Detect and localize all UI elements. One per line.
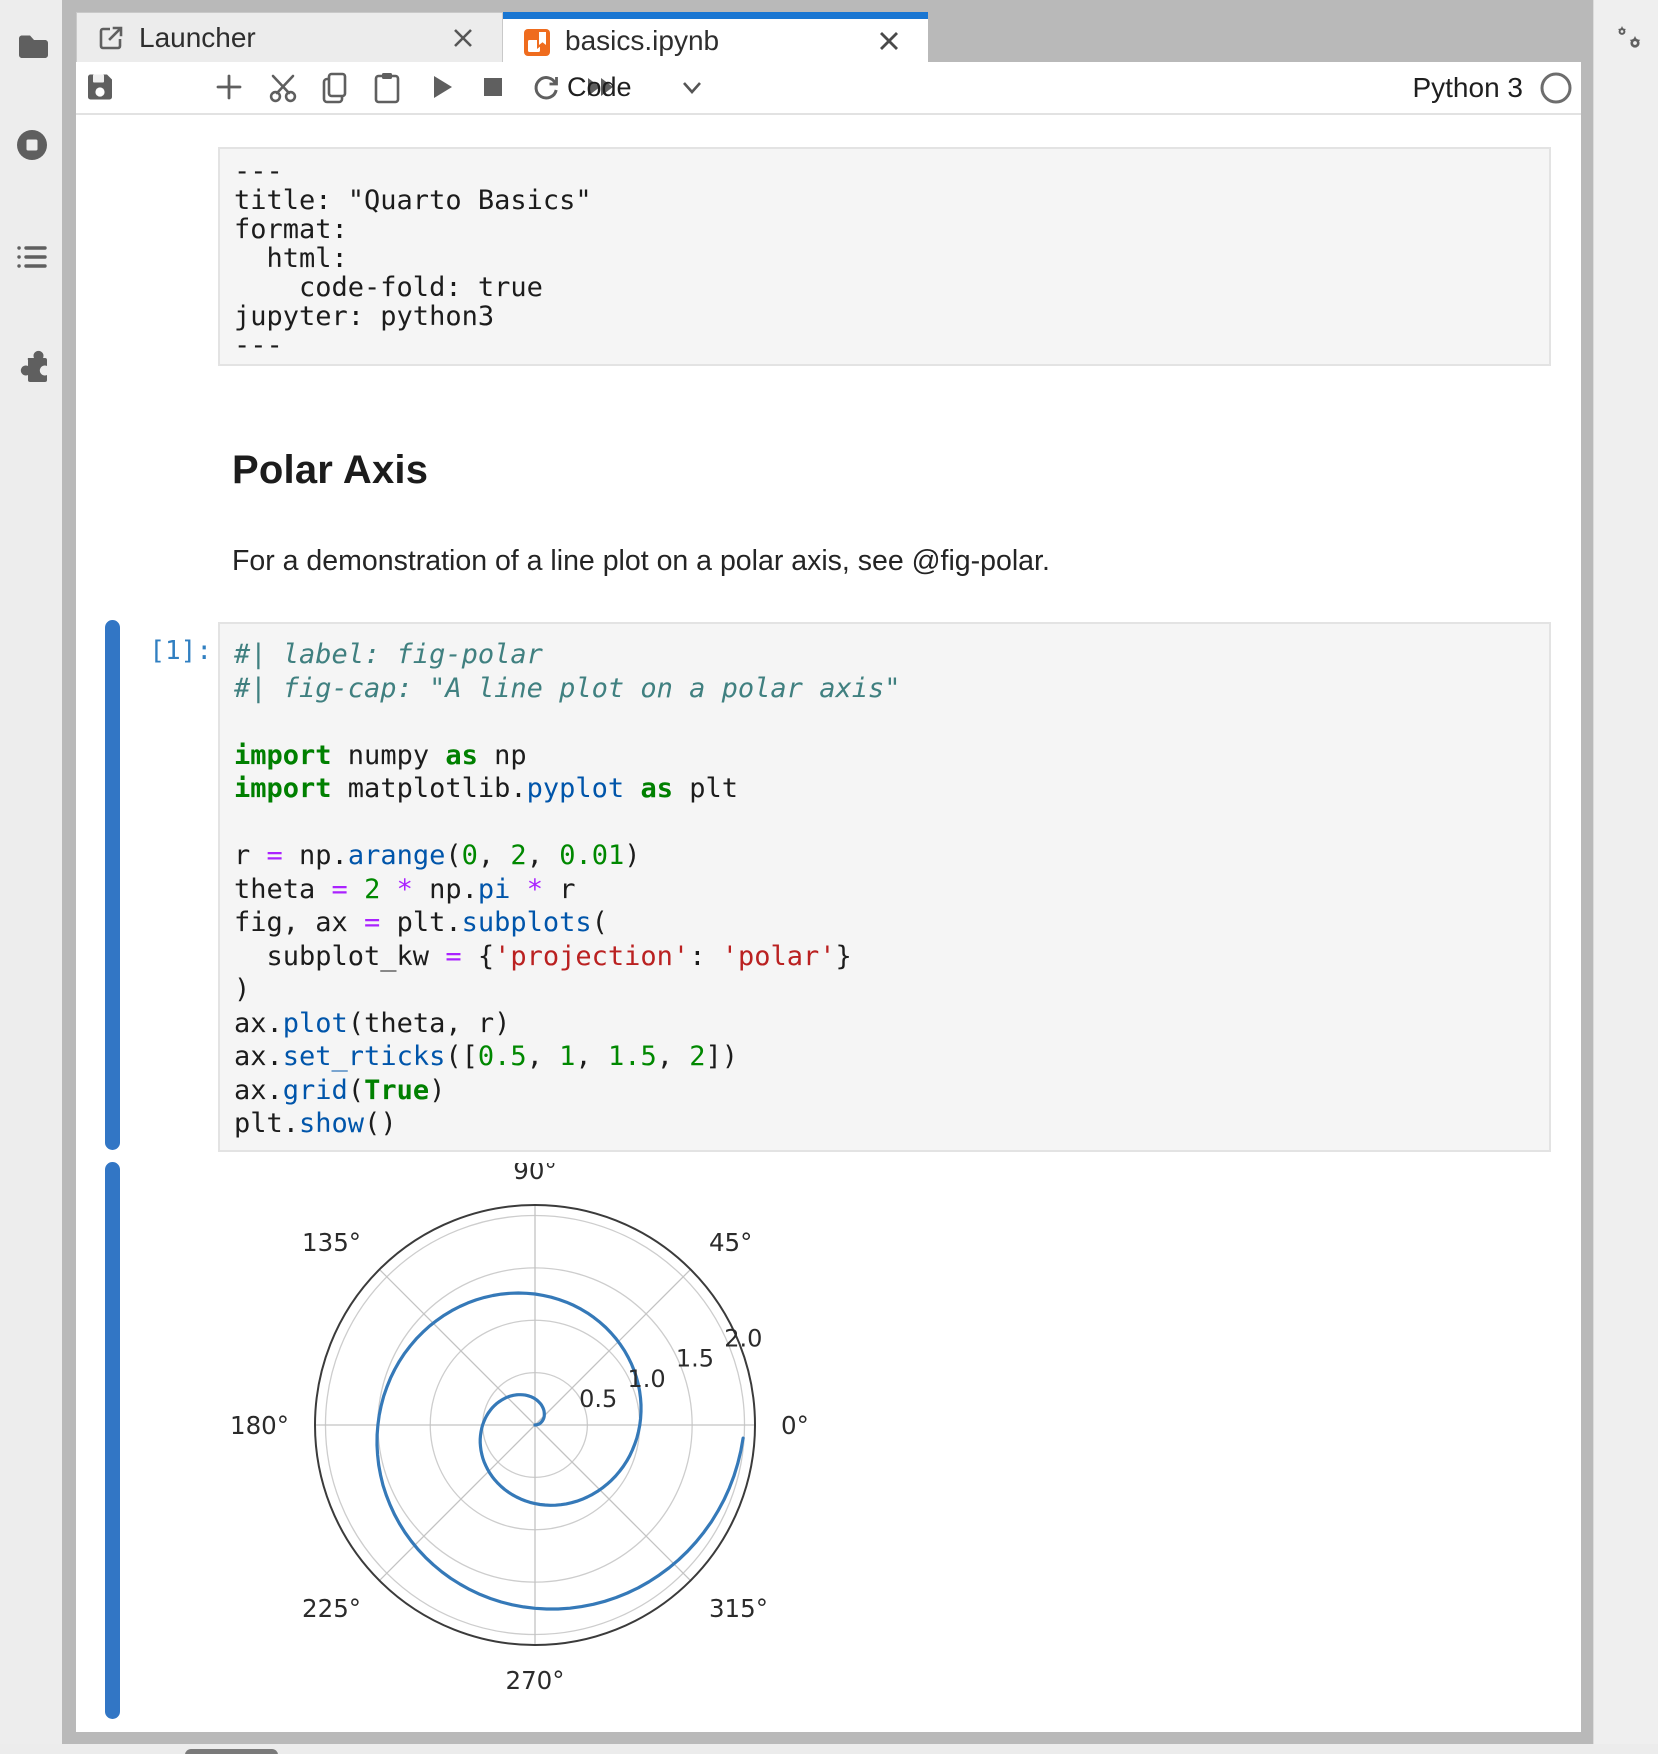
kernel-indicator[interactable]: Python 3 — [1412, 62, 1573, 113]
input-collapser[interactable] — [105, 620, 120, 1150]
kernel-name: Python 3 — [1412, 72, 1523, 104]
save-icon[interactable] — [84, 71, 118, 105]
tab-launcher[interactable]: Launcher — [76, 12, 503, 62]
list-icon[interactable] — [15, 240, 49, 274]
scissors-icon[interactable] — [266, 71, 300, 105]
right-sidebar — [1593, 0, 1658, 1754]
code-line — [234, 705, 1535, 739]
svg-text:135°: 135° — [302, 1228, 361, 1257]
paste-icon[interactable] — [372, 71, 406, 105]
svg-text:1.5: 1.5 — [676, 1345, 714, 1373]
code-line: #| fig-cap: "A line plot on a polar axis… — [234, 672, 1535, 706]
main-dock-panel: Launcher basics.ipynb — [76, 12, 1581, 1732]
restart-icon[interactable] — [530, 71, 564, 105]
notebook-content: ---title: "Quarto Basics"format: html: c… — [76, 115, 1581, 1732]
markdown-heading: Polar Axis — [232, 448, 428, 493]
raw-line: format: — [234, 215, 1535, 244]
raw-line: html: — [234, 244, 1535, 273]
code-cell-editor[interactable]: #| label: fig-polar#| fig-cap: "A line p… — [218, 622, 1551, 1152]
code-line: fig, ax = plt.subplots( — [234, 906, 1535, 940]
raw-cell-editor[interactable]: ---title: "Quarto Basics"format: html: c… — [218, 147, 1551, 366]
folder-icon[interactable] — [15, 30, 49, 64]
raw-line: --- — [234, 157, 1535, 186]
stop-circle-icon[interactable] — [15, 128, 49, 162]
code-line: ) — [234, 973, 1535, 1007]
raw-line: jupyter: python3 — [234, 302, 1535, 331]
code-line: import numpy as np — [234, 739, 1535, 773]
code-line: import matplotlib.pyplot as plt — [234, 772, 1535, 806]
svg-text:90°: 90° — [513, 1163, 556, 1185]
notebook-toolbar: Code Python 3 — [76, 62, 1581, 115]
raw-line: --- — [234, 331, 1535, 360]
tab-notebook[interactable]: basics.ipynb — [503, 12, 928, 62]
svg-text:225°: 225° — [302, 1594, 361, 1623]
svg-text:45°: 45° — [709, 1228, 752, 1257]
status-bar — [0, 1744, 1658, 1754]
output-collapser[interactable] — [105, 1162, 120, 1719]
code-line: r = np.arange(0, 2, 0.01) — [234, 839, 1535, 873]
tab-label: Launcher — [139, 22, 448, 54]
tab-label: basics.ipynb — [565, 25, 874, 57]
close-icon[interactable] — [448, 23, 478, 53]
play-icon[interactable] — [425, 71, 459, 105]
launcher-icon — [97, 24, 125, 52]
code-line: ax.set_rticks([0.5, 1, 1.5, 2]) — [234, 1040, 1535, 1074]
gears-icon[interactable] — [1608, 24, 1650, 68]
svg-text:2.0: 2.0 — [724, 1325, 762, 1353]
raw-line: title: "Quarto Basics" — [234, 186, 1535, 215]
code-line: ax.grid(True) — [234, 1074, 1535, 1108]
code-line: ax.plot(theta, r) — [234, 1007, 1535, 1041]
code-line — [234, 806, 1535, 840]
left-sidebar — [0, 0, 62, 1754]
svg-text:180°: 180° — [230, 1411, 289, 1440]
code-line: #| label: fig-polar — [234, 638, 1535, 672]
markdown-paragraph: For a demonstration of a line plot on a … — [232, 545, 1050, 578]
chevron-down-icon[interactable] — [680, 80, 704, 96]
svg-text:1.0: 1.0 — [627, 1365, 665, 1393]
cell-type-dropdown[interactable]: Code — [567, 72, 632, 103]
polar-plot-output: 0° 45° 90° 135° 180° 225° 270° 315° 0.5 1.0 1.5 2.0 — [230, 1163, 950, 1708]
svg-text:0°: 0° — [781, 1411, 809, 1440]
stop-icon[interactable] — [477, 71, 511, 105]
status-bar-item — [185, 1749, 278, 1754]
execution-count: [1]: — [76, 636, 212, 666]
raw-line: code-fold: true — [234, 273, 1535, 302]
notebook-icon — [523, 27, 551, 55]
code-line: theta = 2 * np.pi * r — [234, 873, 1535, 907]
tab-bar: Launcher basics.ipynb — [76, 12, 1581, 62]
copy-icon[interactable] — [319, 71, 353, 105]
puzzle-icon[interactable] — [15, 348, 49, 382]
svg-text:315°: 315° — [709, 1594, 768, 1623]
svg-text:0.5: 0.5 — [579, 1385, 617, 1413]
svg-text:270°: 270° — [505, 1666, 564, 1695]
code-line: subplot_kw = {'projection': 'polar'} — [234, 940, 1535, 974]
code-line: plt.show() — [234, 1107, 1535, 1141]
plus-icon[interactable] — [213, 71, 247, 105]
kernel-idle-circle-icon — [1539, 71, 1573, 105]
close-icon[interactable] — [874, 26, 904, 56]
